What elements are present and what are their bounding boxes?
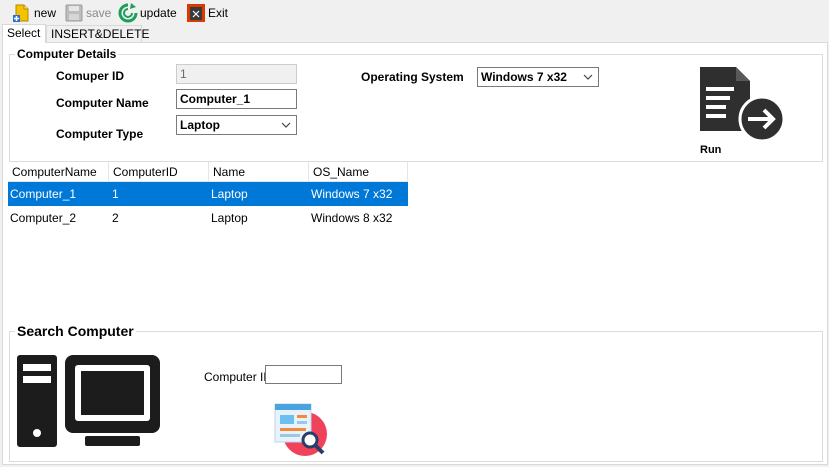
tab-insert-delete[interactable]: INSERT&DELETE xyxy=(46,25,149,43)
exit-icon xyxy=(187,4,205,22)
table-row[interactable]: Computer_2 2 Laptop Windows 8 x32 xyxy=(8,206,408,230)
cell-computername: Computer_2 xyxy=(10,211,77,225)
table-row[interactable]: Computer_1 1 Laptop Windows 7 x32 xyxy=(8,182,408,206)
search-computer-id-input[interactable] xyxy=(265,365,342,384)
computer-name-field[interactable]: Computer_1 xyxy=(176,89,297,109)
tab-select[interactable]: Select xyxy=(2,24,46,43)
update-label: update xyxy=(140,6,177,20)
chevron-down-icon xyxy=(281,122,291,128)
operating-system-label: Operating System xyxy=(361,70,464,84)
exit-label: Exit xyxy=(208,6,229,20)
computer-id-field[interactable]: 1 xyxy=(176,64,297,84)
cell-computername: Computer_1 xyxy=(10,187,77,201)
cell-name: Laptop xyxy=(211,211,248,225)
operating-system-value: Windows 7 x32 xyxy=(481,70,567,84)
computer-type-label: Computer Type xyxy=(56,127,144,141)
run-document-arrow-icon[interactable] xyxy=(698,67,788,141)
cell-os-name: Windows 8 x32 xyxy=(311,211,393,225)
computer-id-label: Comuper ID xyxy=(56,69,125,83)
new-label: new xyxy=(34,6,57,20)
desktop-computer-icon xyxy=(17,355,160,447)
column-header-os-name[interactable]: OS_Name xyxy=(309,162,408,182)
operating-system-select[interactable]: Windows 7 x32 xyxy=(477,67,599,87)
column-header-name[interactable]: Name xyxy=(209,162,309,182)
new-file-icon xyxy=(13,4,29,22)
computer-type-select[interactable]: Laptop xyxy=(176,115,297,135)
computer-type-value: Laptop xyxy=(180,118,220,132)
save-label: save xyxy=(86,6,112,20)
exit-button[interactable]: Exit xyxy=(186,3,228,23)
tab-panel: Computer Details Comuper ID 1 Computer N… xyxy=(2,42,828,465)
cell-computerid: 2 xyxy=(112,211,119,225)
refresh-icon xyxy=(118,3,138,23)
search-document-icon[interactable] xyxy=(273,402,329,456)
computers-grid: ComputerName ComputerID Name OS_Name Com… xyxy=(8,162,408,230)
cell-computerid: 1 xyxy=(112,187,119,201)
save-button[interactable]: save xyxy=(64,3,111,23)
tab-strip: Select INSERT&DELETE xyxy=(0,24,829,43)
save-disk-icon xyxy=(65,4,83,22)
toolbar: new save update Exit xyxy=(0,0,829,26)
computer-name-label: Computer Name xyxy=(56,96,149,110)
column-header-computername[interactable]: ComputerName xyxy=(8,162,109,182)
cell-name: Laptop xyxy=(211,187,248,201)
column-header-computerid[interactable]: ComputerID xyxy=(109,162,209,182)
chevron-down-icon xyxy=(583,74,593,80)
cell-os-name: Windows 7 x32 xyxy=(311,187,393,201)
run-label: Run xyxy=(700,144,722,156)
search-computer-id-label: Computer ID xyxy=(204,370,273,384)
computer-details-title: Computer Details xyxy=(15,47,119,61)
update-button[interactable]: update xyxy=(118,3,177,23)
search-computer-title: Search Computer xyxy=(15,323,136,339)
grid-header: ComputerName ComputerID Name OS_Name xyxy=(8,162,408,182)
new-button[interactable]: new xyxy=(12,3,56,23)
